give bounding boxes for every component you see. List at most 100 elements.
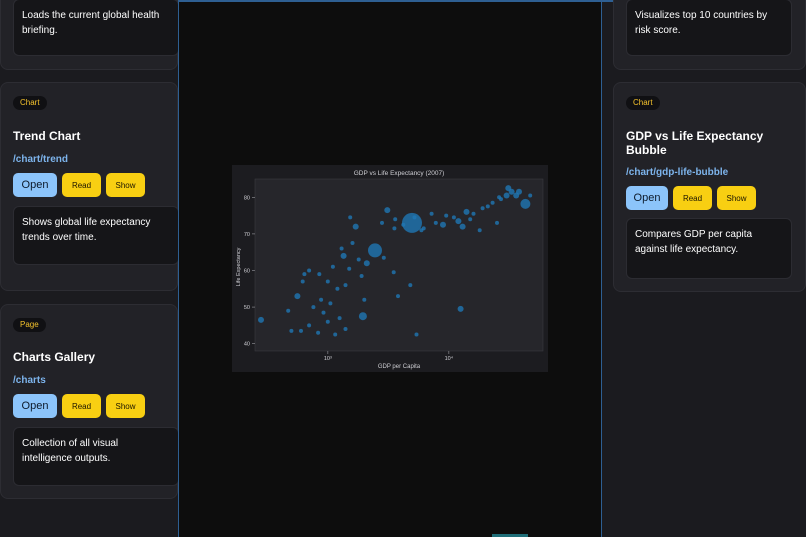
data-bubble — [352, 223, 359, 230]
card-trend-chart: Chart Trend Chart /chart/trend Open Read… — [0, 82, 179, 291]
card-route: /chart/trend — [13, 154, 69, 165]
data-bubble — [497, 195, 502, 200]
open-button[interactable]: Open — [13, 173, 57, 197]
data-bubble — [401, 222, 406, 227]
data-bubble — [325, 279, 330, 284]
data-bubble — [505, 185, 512, 192]
data-bubble — [300, 279, 305, 284]
card-description: Visualizes top 10 countries by risk scor… — [626, 0, 792, 56]
data-bubble — [480, 206, 485, 211]
data-bubble — [392, 226, 397, 231]
data-bubble — [380, 220, 384, 225]
data-bubble — [408, 283, 413, 288]
show-button[interactable]: Show — [106, 173, 145, 197]
read-button[interactable]: Read — [62, 394, 101, 418]
description-text: Shows global life expectancy trends over… — [22, 217, 151, 243]
open-button[interactable]: Open — [626, 186, 668, 210]
read-button[interactable]: Read — [62, 173, 101, 197]
card-charts-gallery: Page Charts Gallery /charts Open Read Sh… — [0, 304, 179, 499]
description-text: Visualizes top 10 countries by risk scor… — [635, 10, 768, 36]
data-bubble — [333, 332, 338, 337]
data-bubble — [477, 228, 482, 233]
data-bubble — [321, 310, 326, 315]
card-route: /charts — [13, 375, 46, 386]
read-button[interactable]: Read — [673, 186, 712, 210]
data-bubble — [495, 220, 499, 225]
data-bubble — [433, 220, 438, 225]
data-bubble — [286, 308, 291, 313]
data-bubble — [343, 327, 348, 331]
data-bubble — [319, 297, 324, 302]
data-bubble — [520, 198, 531, 209]
data-bubble — [503, 192, 510, 199]
data-bubble — [440, 221, 446, 228]
data-bubble — [358, 312, 367, 321]
data-bubble — [335, 286, 340, 291]
card-description: Collection of all visual intelligence ou… — [13, 427, 179, 486]
card-description: Loads the current global health briefing… — [13, 0, 179, 56]
type-badge: Chart — [626, 96, 660, 110]
data-bubble — [421, 226, 426, 231]
type-badge: Chart — [13, 96, 47, 110]
data-bubble — [463, 208, 470, 215]
data-bubble — [258, 316, 264, 323]
chart-viewer-panel: 40 50 60 70 80 10³ 10⁴ GDP vs Life Expectancy … — [178, 2, 602, 537]
card-title: Trend Chart — [13, 129, 81, 143]
data-bubble — [302, 272, 307, 277]
data-bubble — [299, 328, 303, 333]
y-tick-label: 40 — [244, 342, 250, 348]
data-bubble — [490, 200, 495, 205]
card-briefing: Loads the current global health briefing… — [0, 0, 179, 70]
plot-frame — [254, 178, 544, 352]
data-bubble — [368, 243, 382, 258]
x-tick-label: 10³ — [324, 356, 332, 362]
data-bubble — [485, 204, 490, 209]
data-bubble — [471, 211, 476, 216]
data-bubble — [330, 264, 335, 269]
card-title: Charts Gallery — [13, 350, 96, 364]
data-bubble — [343, 283, 348, 288]
data-bubble — [356, 257, 361, 262]
card-description: Shows global life expectancy trends over… — [13, 206, 179, 265]
y-tick-label: 60 — [244, 268, 250, 274]
type-badge: Page — [13, 318, 46, 332]
plot-area: 40 50 60 70 80 10³ 10⁴ — [244, 178, 544, 362]
data-bubble — [362, 297, 367, 302]
data-bubble — [444, 213, 449, 218]
data-bubble — [455, 218, 462, 225]
show-button[interactable]: Show — [717, 186, 756, 210]
data-bubble — [289, 328, 294, 333]
data-bubble — [339, 246, 344, 251]
data-bubble — [294, 293, 301, 300]
data-bubble — [414, 332, 419, 337]
card-actions: Open Read Show — [626, 186, 756, 210]
x-tick-label: 10⁴ — [445, 355, 454, 362]
data-bubble — [317, 272, 322, 277]
data-bubble — [337, 316, 342, 321]
data-bubble — [328, 301, 333, 306]
data-bubble — [359, 274, 364, 278]
data-bubble — [402, 212, 422, 233]
open-button[interactable]: Open — [13, 394, 57, 418]
card-description: Compares GDP per capita against life exp… — [626, 218, 792, 279]
data-bubble — [391, 270, 396, 275]
data-bubble — [516, 188, 522, 195]
description-text: Collection of all visual intelligence ou… — [22, 438, 119, 464]
data-bubble — [457, 305, 464, 312]
card-actions: Open Read Show — [13, 173, 145, 197]
data-bubble — [451, 215, 456, 220]
description-text: Compares GDP per capita against life exp… — [635, 229, 753, 255]
data-bubble — [307, 323, 312, 328]
data-bubble — [316, 330, 321, 335]
data-bubble — [325, 319, 330, 324]
card-route: /chart/gdp-life-bubble — [626, 167, 729, 178]
data-bubble — [396, 294, 400, 299]
data-bubble — [350, 241, 355, 245]
data-bubble — [468, 217, 473, 222]
show-button[interactable]: Show — [106, 394, 145, 418]
data-bubble — [412, 215, 417, 220]
card-risk-top10: Visualizes top 10 countries by risk scor… — [613, 0, 806, 70]
card-gdp-life-bubble: Chart GDP vs Life Expectancy Bubble /cha… — [613, 82, 806, 292]
data-bubble — [307, 268, 312, 273]
data-bubble — [347, 266, 352, 271]
